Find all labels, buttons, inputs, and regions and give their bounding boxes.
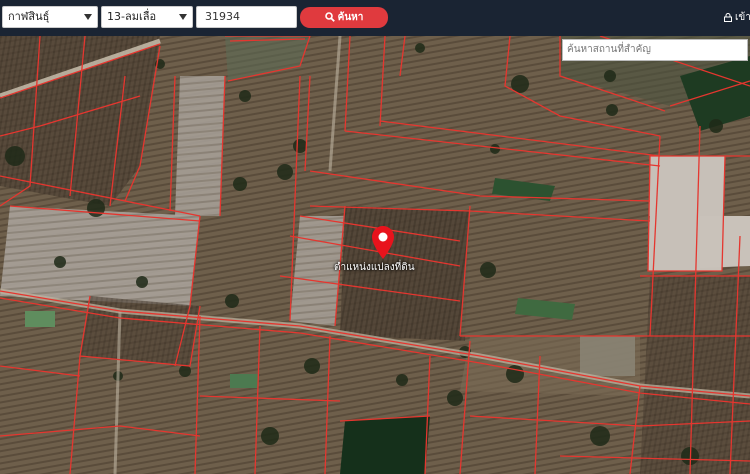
district-select[interactable]: 13-ลมเลื่อ (101, 6, 193, 28)
place-search-input[interactable]: ค้นหาสถานที่สำคัญ (562, 39, 748, 61)
lock-icon (724, 12, 732, 22)
district-select-value: 13-ลมเลื่อ (107, 10, 157, 23)
search-icon (324, 12, 335, 22)
chevron-down-icon (179, 14, 187, 20)
province-select[interactable]: กาฬสินธุ์ (2, 6, 98, 28)
parcel-number-value: 31934 (205, 10, 240, 23)
satellite-map[interactable]: ค้นหาสถานที่สำคัญ ตำแหน่งแปลงที่ดิน (0, 36, 750, 474)
province-select-value: กาฬสินธุ์ (8, 10, 50, 23)
top-toolbar: กาฬสินธุ์ 13-ลมเลื่อ 31934 ค้นหา เข้าสู่… (0, 0, 750, 36)
login-link[interactable]: เข้าสู่ระบบ (724, 10, 750, 26)
chevron-down-icon (84, 14, 92, 20)
search-button[interactable]: ค้นหา (300, 7, 388, 28)
login-label: เข้าสู่ระบบ (735, 12, 750, 23)
parcel-marker-label: ตำแหน่งแปลงที่ดิน (334, 262, 415, 273)
parcel-number-input[interactable]: 31934 (196, 6, 297, 28)
search-button-label: ค้นหา (337, 12, 364, 23)
place-search-placeholder: ค้นหาสถานที่สำคัญ (567, 44, 651, 55)
location-pin-icon[interactable] (372, 226, 394, 260)
